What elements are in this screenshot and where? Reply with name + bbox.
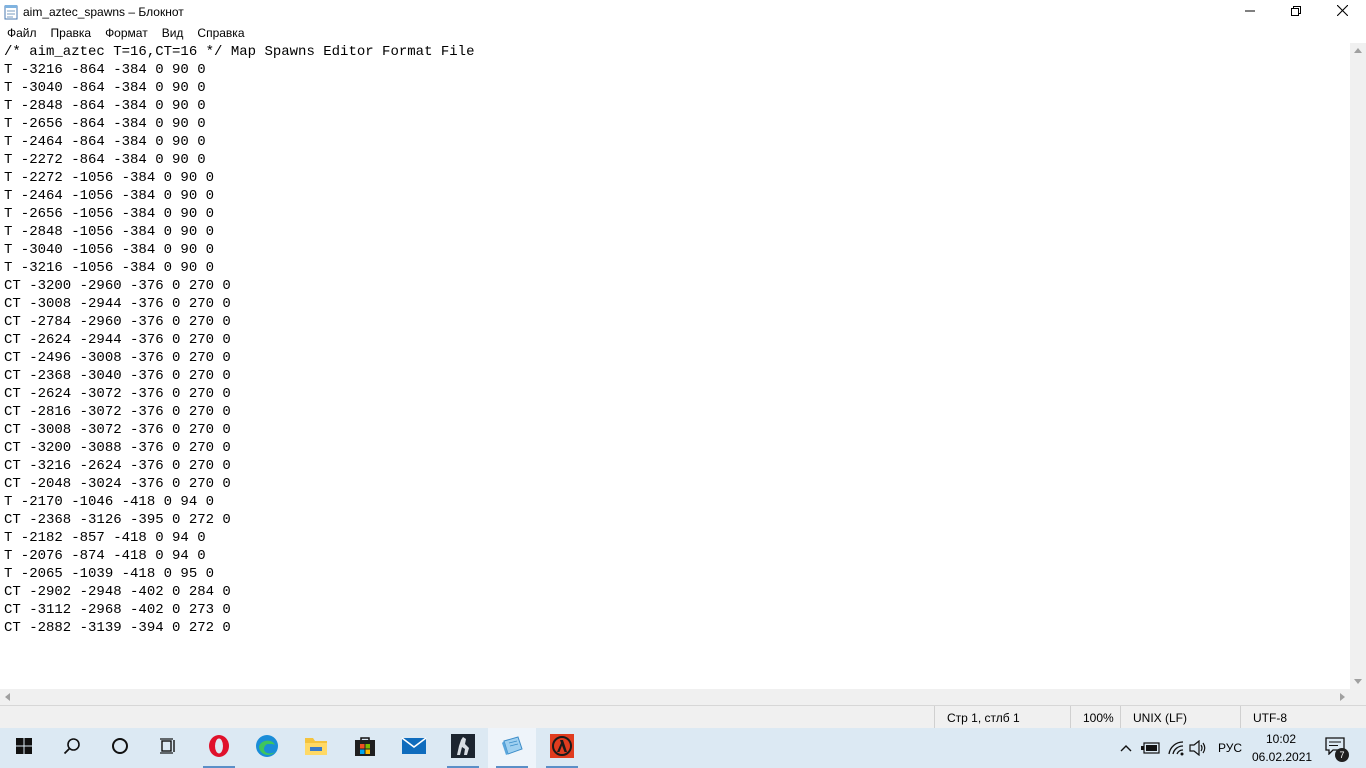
- task-view-icon: [159, 737, 177, 760]
- editor-line: CT -2368 -3040 -376 0 270 0: [4, 368, 231, 384]
- scroll-left-icon[interactable]: [5, 693, 10, 701]
- editor-line: CT -3112 -2968 -402 0 273 0: [4, 602, 231, 618]
- editor-line: T -2076 -874 -418 0 94 0: [4, 548, 206, 564]
- status-zoom: 100%: [1070, 706, 1120, 730]
- status-bar: Стр 1, стлб 1 100% UNIX (LF) UTF-8: [0, 705, 1366, 730]
- editor-line: CT -2882 -3139 -394 0 272 0: [4, 620, 231, 636]
- editor-line: T -3216 -864 -384 0 90 0: [4, 62, 206, 78]
- taskbar-store[interactable]: [341, 728, 389, 768]
- status-cursor-position: Стр 1, стлб 1: [934, 706, 1070, 730]
- notepad-icon: [4, 4, 18, 20]
- network-icon[interactable]: [1166, 738, 1186, 758]
- taskbar-notepad[interactable]: [488, 728, 536, 768]
- taskbar-counter-strike[interactable]: [439, 728, 487, 768]
- taskbar: РУС 10:02 06.02.2021 7: [0, 728, 1366, 768]
- menu-help[interactable]: Справка: [190, 24, 251, 43]
- editor-line: CT -3008 -2944 -376 0 270 0: [4, 296, 231, 312]
- editor-line: CT -2784 -2960 -376 0 270 0: [4, 314, 231, 330]
- minimize-icon: [1245, 3, 1255, 21]
- text-editor[interactable]: /* aim_aztec T=16,CT=16 */ Map Spawns Ed…: [0, 43, 1350, 689]
- horizontal-scrollbar[interactable]: [0, 689, 1350, 705]
- editor-line: T -2272 -1056 -384 0 90 0: [4, 170, 215, 186]
- half-life-icon: [550, 733, 574, 763]
- taskbar-mail[interactable]: [390, 728, 438, 768]
- menu-file[interactable]: Файл: [0, 24, 44, 43]
- editor-line: T -2656 -864 -384 0 90 0: [4, 116, 206, 132]
- scroll-up-icon[interactable]: [1354, 48, 1362, 53]
- editor-line: T -3040 -864 -384 0 90 0: [4, 80, 206, 96]
- start-icon: [16, 737, 32, 759]
- taskbar-file-explorer[interactable]: [292, 728, 340, 768]
- editor-content: /* aim_aztec T=16,CT=16 */ Map Spawns Ed…: [4, 43, 474, 637]
- editor-line: CT -2624 -3072 -376 0 270 0: [4, 386, 231, 402]
- menu-format[interactable]: Формат: [98, 24, 155, 43]
- edge-icon: [255, 734, 279, 763]
- search-button[interactable]: [48, 728, 96, 768]
- editor-line: T -2170 -1046 -418 0 94 0: [4, 494, 215, 510]
- close-button[interactable]: [1319, 0, 1365, 24]
- menu-edit[interactable]: Правка: [44, 24, 99, 43]
- editor-line: T -2848 -864 -384 0 90 0: [4, 98, 206, 114]
- editor-line: CT -2624 -2944 -376 0 270 0: [4, 332, 231, 348]
- editor-line: CT -2368 -3126 -395 0 272 0: [4, 512, 231, 528]
- close-icon: [1336, 3, 1348, 21]
- editor-line: /* aim_aztec T=16,CT=16 */ Map Spawns Ed…: [4, 44, 475, 60]
- notepad-icon: [500, 735, 524, 762]
- store-icon: [353, 734, 377, 763]
- menu-view[interactable]: Вид: [155, 24, 191, 43]
- mail-icon: [401, 736, 427, 761]
- opera-icon: [207, 734, 231, 763]
- editor-line: T -2464 -1056 -384 0 90 0: [4, 188, 215, 204]
- editor-line: T -2182 -857 -418 0 94 0: [4, 530, 206, 546]
- taskbar-half-life[interactable]: [538, 728, 586, 768]
- title-bar: aim_aztec_spawns – Блокнот: [0, 0, 1366, 24]
- editor-line: CT -3216 -2624 -376 0 270 0: [4, 458, 231, 474]
- show-hidden-icons-chevron-icon[interactable]: [1118, 738, 1134, 758]
- editor-line: T -3040 -1056 -384 0 90 0: [4, 242, 215, 258]
- start-button[interactable]: [0, 728, 48, 768]
- scroll-down-icon[interactable]: [1354, 679, 1362, 684]
- task-view-button[interactable]: [144, 728, 192, 768]
- taskbar-edge[interactable]: [243, 728, 291, 768]
- editor-line: CT -2048 -3024 -376 0 270 0: [4, 476, 231, 492]
- cortana-icon: [111, 737, 129, 760]
- editor-line: T -2656 -1056 -384 0 90 0: [4, 206, 215, 222]
- taskbar-opera[interactable]: [195, 728, 243, 768]
- clock-time[interactable]: 10:02: [1266, 732, 1296, 746]
- scroll-right-icon[interactable]: [1340, 693, 1345, 701]
- window-title: aim_aztec_spawns – Блокнот: [23, 5, 184, 19]
- minimize-button[interactable]: [1227, 0, 1273, 24]
- status-encoding: UTF-8: [1240, 706, 1350, 730]
- language-indicator[interactable]: РУС: [1218, 741, 1242, 755]
- notification-count-badge: 7: [1335, 748, 1349, 762]
- maximize-button[interactable]: [1273, 0, 1319, 24]
- scrollbar-corner: [1350, 689, 1366, 705]
- editor-line: CT -3200 -2960 -376 0 270 0: [4, 278, 231, 294]
- file-explorer-icon: [304, 735, 328, 762]
- editor-line: CT -3008 -3072 -376 0 270 0: [4, 422, 231, 438]
- clock-date[interactable]: 06.02.2021: [1252, 750, 1312, 764]
- editor-line: T -3216 -1056 -384 0 90 0: [4, 260, 215, 276]
- editor-line: CT -2496 -3008 -376 0 270 0: [4, 350, 231, 366]
- editor-line: T -2272 -864 -384 0 90 0: [4, 152, 206, 168]
- search-icon: [63, 737, 81, 760]
- battery-icon[interactable]: [1140, 738, 1162, 758]
- editor-line: CT -2816 -3072 -376 0 270 0: [4, 404, 231, 420]
- maximize-icon: [1291, 3, 1301, 21]
- editor-line: CT -3200 -3088 -376 0 270 0: [4, 440, 231, 456]
- editor-line: T -2848 -1056 -384 0 90 0: [4, 224, 215, 240]
- volume-icon[interactable]: [1188, 738, 1208, 758]
- editor-line: T -2065 -1039 -418 0 95 0: [4, 566, 215, 582]
- counter-strike-icon: [451, 733, 475, 763]
- status-line-endings: UNIX (LF): [1120, 706, 1240, 730]
- cortana-button[interactable]: [96, 728, 144, 768]
- vertical-scrollbar[interactable]: [1350, 43, 1366, 689]
- menu-bar: Файл Правка Формат Вид Справка: [0, 24, 1366, 43]
- editor-line: T -2464 -864 -384 0 90 0: [4, 134, 206, 150]
- editor-line: CT -2902 -2948 -402 0 284 0: [4, 584, 231, 600]
